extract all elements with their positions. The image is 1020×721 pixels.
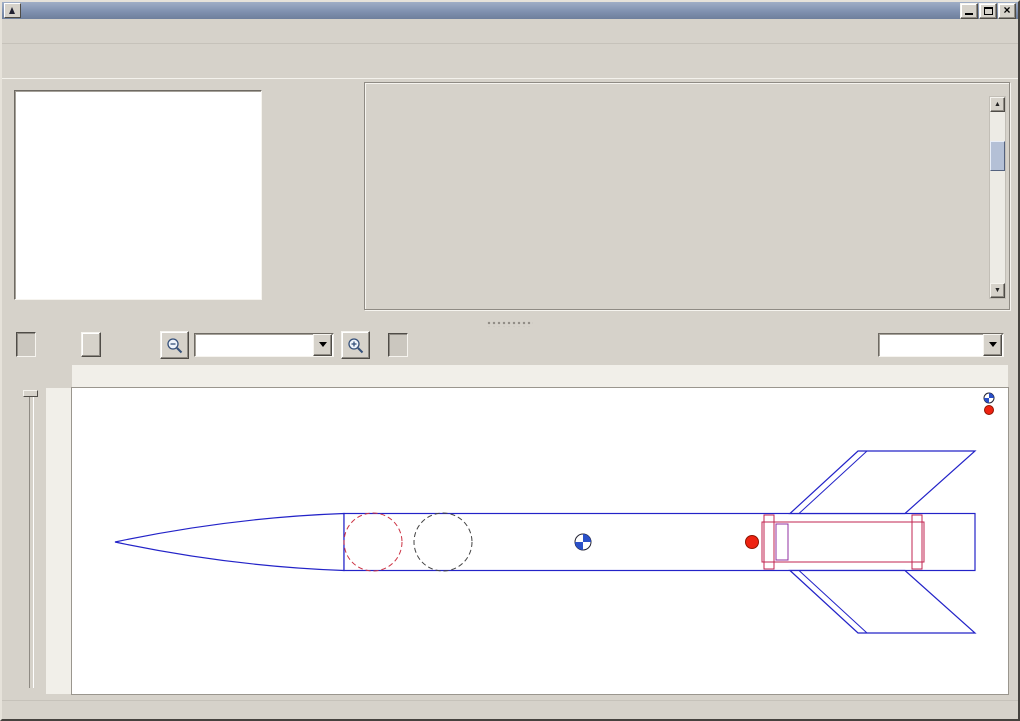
rocket-canvas[interactable] (72, 388, 1008, 694)
scroll-up-icon[interactable]: ▲ (990, 97, 1005, 112)
zoom-out-button[interactable] (160, 331, 189, 359)
app-window: × ▲ ▼ (0, 0, 1020, 721)
close-icon: × (1003, 5, 1010, 15)
rocket-logo-icon (8, 6, 17, 15)
back-view-button[interactable] (81, 332, 101, 357)
rotation-slider-track[interactable] (29, 396, 34, 688)
rotation-slider-handle[interactable] (23, 390, 38, 397)
stability-info-block (983, 392, 1003, 416)
scroll-down-icon[interactable]: ▼ (990, 283, 1005, 298)
splitter-grip-icon[interactable] (487, 321, 533, 327)
component-tree[interactable] (14, 90, 262, 300)
pane-splitter[interactable] (2, 319, 1018, 328)
rocket-design-panel: ▲ ▼ (2, 79, 1018, 319)
menubar (2, 19, 1018, 44)
component-panel-scrollbar[interactable]: ▲ ▼ (989, 96, 1006, 299)
fin-upper-shape[interactable] (790, 451, 975, 514)
cg-row (983, 392, 1003, 404)
motor-configuration-select[interactable] (878, 333, 1004, 357)
cg-symbol-icon (983, 392, 995, 404)
statusbar (2, 700, 1018, 719)
scrollbar-thumb[interactable] (990, 141, 1005, 171)
vertical-ruler (46, 388, 72, 694)
rocket-drawing[interactable] (72, 388, 1008, 694)
horizontal-ruler (72, 365, 1008, 388)
magnifier-plus-icon (347, 337, 364, 354)
zoom-in-button[interactable] (341, 331, 370, 359)
view-toolbar (2, 328, 1018, 362)
tab-strip (2, 48, 1018, 79)
nose-cone-shape[interactable] (115, 514, 344, 571)
cp-row (983, 404, 1003, 416)
zoom-select[interactable] (194, 333, 334, 357)
cp-symbol-icon (983, 404, 995, 416)
cp-marker (746, 536, 759, 549)
minimize-icon (965, 13, 973, 15)
close-button[interactable]: × (998, 3, 1016, 19)
minimize-button[interactable] (960, 3, 978, 19)
add-component-panel: ▲ ▼ (364, 82, 1010, 310)
side-view-button[interactable] (16, 332, 36, 357)
dropdown-arrow-icon[interactable] (313, 334, 332, 356)
stage-1-toggle[interactable] (388, 333, 408, 357)
cg-marker (575, 534, 591, 550)
design-canvas-area (2, 362, 1018, 700)
dropdown-arrow-icon[interactable] (983, 334, 1002, 356)
app-icon[interactable] (4, 3, 21, 18)
magnifier-minus-icon (166, 337, 183, 354)
maximize-button[interactable] (979, 3, 997, 19)
titlebar[interactable]: × (2, 2, 1018, 19)
maximize-icon (984, 7, 993, 15)
fin-lower-shape[interactable] (790, 571, 975, 634)
